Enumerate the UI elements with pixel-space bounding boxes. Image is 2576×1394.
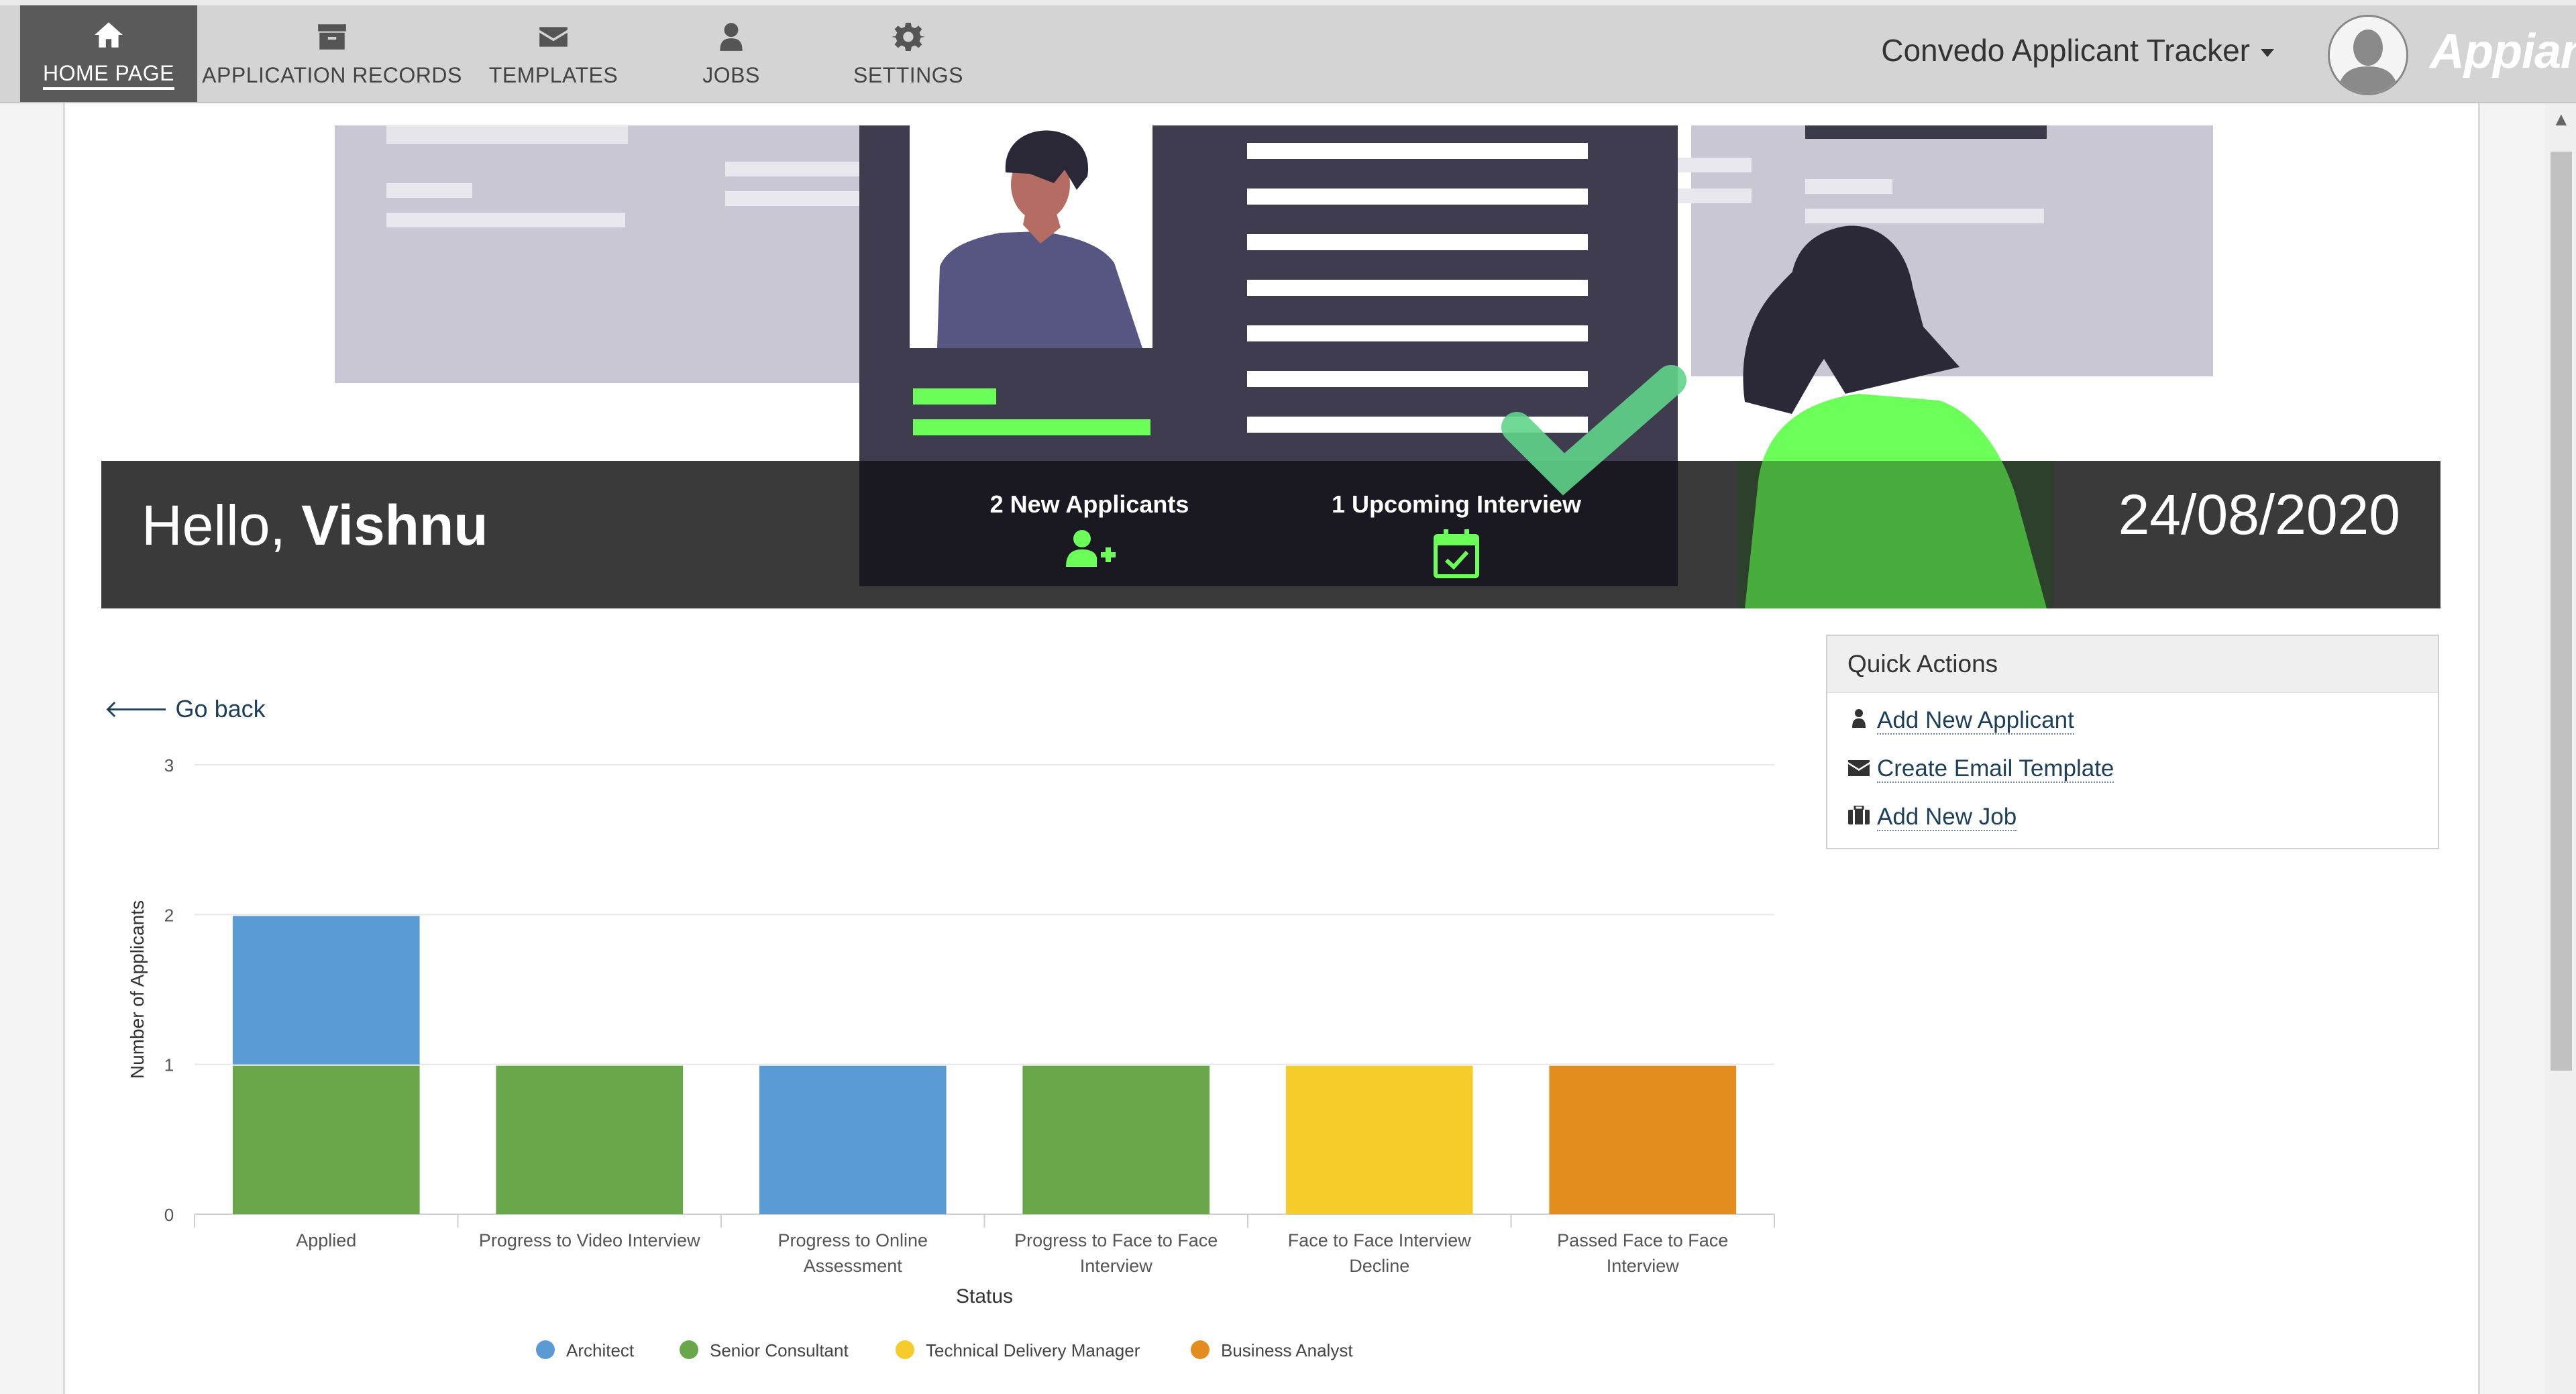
scroll-up-icon[interactable]: ▲: [2552, 109, 2571, 130]
hero-banner: Hello, Vishnu 2 New Applicants 1 Upcomin…: [101, 125, 2440, 608]
user-avatar-icon: [2330, 17, 2406, 93]
x-tick-label: Progress to Online: [777, 1230, 928, 1250]
user-icon: [720, 22, 743, 51]
upcoming-interview-label: 1 Upcoming Interview: [1331, 490, 1582, 518]
gear-icon: [892, 22, 925, 51]
x-tick-label: Interview: [1607, 1256, 1680, 1276]
user-icon: [1847, 707, 1870, 734]
legend-swatch: [680, 1340, 698, 1359]
window-top-edge: [0, 0, 2576, 5]
create-email-template-link[interactable]: Create Email Template: [1847, 755, 2114, 783]
envelope-icon: [539, 26, 568, 47]
nav-application-records-label: APPLICATION RECORDS: [202, 62, 462, 87]
app-name-label: Convedo Applicant Tracker: [1881, 33, 2250, 68]
y-tick-label: 0: [164, 1205, 174, 1225]
add-new-job-link[interactable]: Add New Job: [1847, 804, 2017, 831]
bar-segment: [1022, 1065, 1210, 1214]
legend-label: Senior Consultant: [710, 1340, 849, 1360]
chevron-down-icon: [2261, 48, 2274, 57]
x-tick-label: Interview: [1080, 1256, 1153, 1276]
bar-segment: [1285, 1065, 1473, 1214]
nav-settings-label: SETTINGS: [853, 62, 963, 87]
nav-application-records[interactable]: APPLICATION RECORDS: [201, 5, 463, 102]
legend-label: Technical Delivery Manager: [926, 1340, 1140, 1360]
bar-segment: [1549, 1065, 1737, 1214]
add-new-job-label: Add New Job: [1877, 804, 2017, 831]
new-applicants-stat[interactable]: 2 New Applicants: [982, 490, 1197, 568]
legend-label: Architect: [566, 1340, 635, 1360]
legend-label: Business Analyst: [1221, 1340, 1353, 1360]
scrollbar-thumb[interactable]: [2551, 152, 2572, 1071]
briefcase-icon: [1847, 804, 1870, 830]
x-tick-label: Face to Face Interview: [1288, 1230, 1472, 1250]
greeting-label: Hello,: [142, 494, 286, 557]
x-tick-label: Assessment: [804, 1256, 903, 1276]
legend-swatch: [896, 1340, 914, 1359]
go-back-link[interactable]: 🡐 Go back: [104, 694, 266, 723]
left-gutter: [0, 103, 65, 1394]
archive-icon: [318, 23, 346, 50]
top-navigation-bar: HOME PAGE APPLICATION RECORDS TEMPLATES …: [0, 0, 2576, 103]
nav-templates[interactable]: TEMPLATES: [483, 5, 624, 102]
nav-jobs-label: JOBS: [702, 62, 760, 87]
y-tick-label: 3: [164, 755, 174, 775]
legend-swatch: [536, 1340, 555, 1359]
quick-actions-title: Quick Actions: [1827, 636, 2438, 693]
current-date: 24/08/2020: [2118, 483, 2400, 546]
x-axis-label: Status: [956, 1285, 1013, 1307]
nav-home-page-label: HOME PAGE: [43, 61, 174, 90]
user-name: Vishnu: [301, 494, 488, 557]
create-email-template-label: Create Email Template: [1877, 755, 2114, 783]
y-axis-label: Number of Applicants: [127, 900, 148, 1079]
nav-jobs[interactable]: JOBS: [664, 5, 798, 102]
upcoming-interview-stat[interactable]: 1 Upcoming Interview: [1322, 490, 1591, 579]
bar-segment: [232, 1065, 420, 1214]
nav-templates-label: TEMPLATES: [488, 62, 619, 87]
x-tick-label: Progress to Face to Face: [1014, 1230, 1218, 1250]
envelope-icon: [1847, 755, 1870, 782]
x-tick-label: Decline: [1349, 1256, 1409, 1276]
home-icon: [95, 21, 123, 48]
legend-swatch: [1191, 1340, 1210, 1359]
greeting: Hello, Vishnu: [142, 493, 488, 558]
add-user-icon: [1066, 530, 1116, 567]
calendar-check-icon: [1434, 529, 1479, 578]
x-tick-label: Applied: [296, 1230, 356, 1250]
nav-home-page[interactable]: HOME PAGE: [20, 5, 197, 102]
new-applicants-label: 2 New Applicants: [989, 490, 1189, 518]
nav-settings[interactable]: SETTINGS: [841, 5, 975, 102]
x-tick-label: Progress to Video Interview: [479, 1230, 700, 1250]
arrow-left-icon: 🡐: [104, 695, 169, 722]
avatar[interactable]: [2328, 15, 2408, 95]
add-new-applicant-link[interactable]: Add New Applicant: [1847, 707, 2074, 735]
bar-segment: [759, 1065, 947, 1214]
app-switcher[interactable]: Convedo Applicant Tracker: [1881, 32, 2274, 68]
x-tick-label: Passed Face to Face: [1557, 1230, 1728, 1250]
bar-segment: [232, 916, 420, 1065]
quick-actions-panel: Quick Actions Add New Applicant Create E…: [1826, 635, 2439, 849]
go-back-label: Go back: [175, 695, 266, 722]
y-tick-label: 1: [164, 1055, 174, 1075]
appian-logo: Appian: [2430, 25, 2576, 78]
bar-segment: [496, 1065, 684, 1214]
add-new-applicant-label: Add New Applicant: [1877, 707, 2074, 735]
y-tick-label: 2: [164, 905, 174, 925]
